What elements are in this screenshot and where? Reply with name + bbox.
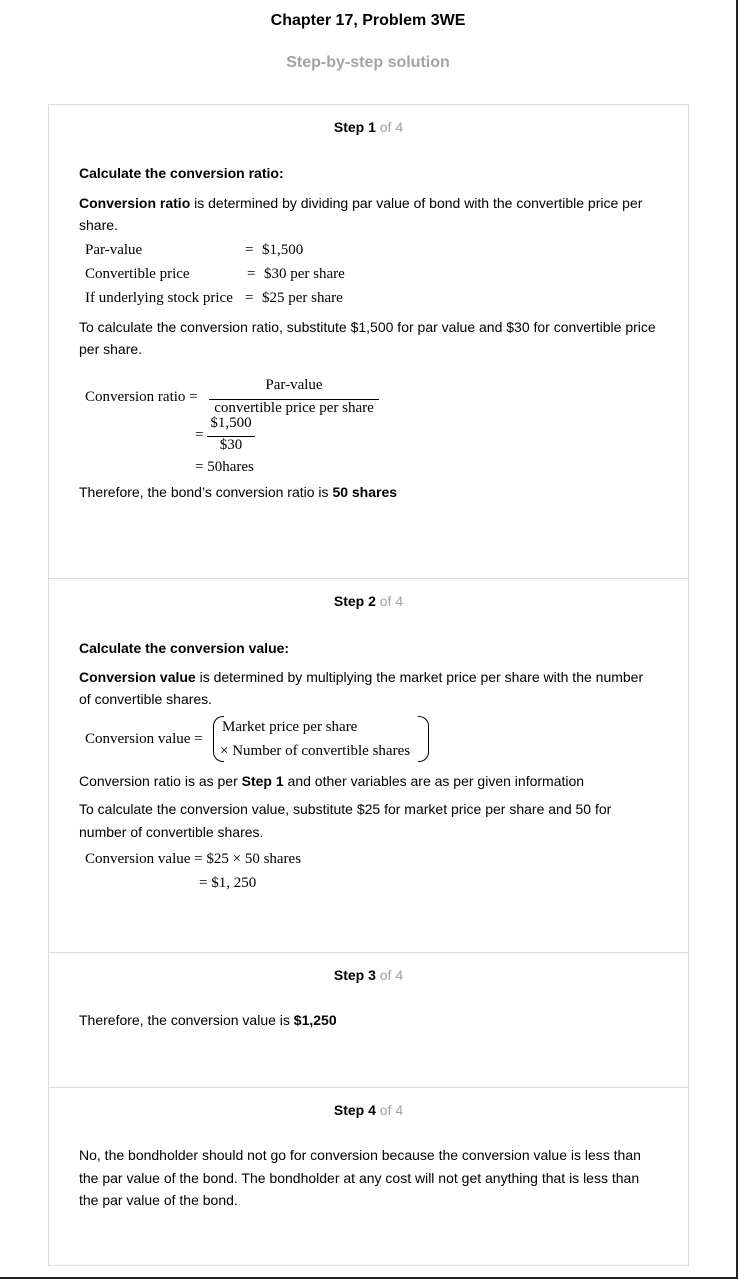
page-subtitle: Step-by-step solution — [286, 54, 450, 71]
conclusion-value: 50 shares — [332, 483, 398, 500]
step-count: of 4 — [379, 593, 404, 609]
fraction-numerator: Par-value — [265, 376, 323, 393]
calc-line-1: Conversion value = $25 × 50 shares — [85, 851, 302, 867]
step-4-header: Step 4 of 4 — [49, 1102, 688, 1118]
step-3: Step 3 of 4 Therefore, the conversion va… — [49, 952, 688, 1087]
step-count: of 4 — [379, 967, 404, 983]
conclusion-text: Therefore, the conversion value is $1,25… — [79, 1009, 658, 1032]
step-label: Step 1 — [333, 119, 376, 135]
definition: Conversion value is determined by multip… — [79, 666, 658, 711]
conclusion-prefix: Therefore, the conversion value is — [79, 1012, 294, 1028]
conclusion-value: $1,250 — [293, 1012, 337, 1028]
step-1: Step 1 of 4 Calculate the conversion rat… — [49, 119, 688, 578]
step-1-header: Step 1 of 4 — [49, 119, 688, 135]
step-label: Step 4 — [333, 1102, 376, 1118]
instruction-text: To calculate the conversion value, subst… — [79, 801, 612, 840]
given-equals: = — [245, 241, 254, 258]
solution-container: Step 1 of 4 Calculate the conversion rat… — [48, 104, 689, 1266]
given-value: $1,500 — [262, 241, 304, 258]
conversion-value-formula: Conversion value = Market price per shar… — [79, 715, 658, 770]
conversion-ratio-formula: Conversion ratio = Par-value convertible… — [79, 367, 658, 479]
given-label: Par-value — [85, 241, 143, 258]
given-equals: = — [245, 289, 254, 306]
calc-line-2: = $1, 250 — [199, 875, 257, 891]
step-heading: Calculate the conversion value: — [79, 640, 290, 656]
step-count: of 4 — [379, 1102, 404, 1118]
right-parenthesis — [418, 715, 429, 762]
given-value: $25 per share — [262, 289, 343, 306]
givens-list: Par-value = $1,500 Convertible price = $… — [79, 239, 658, 313]
conclusion-text: Therefore, the bond’s conversion ratio i… — [79, 481, 658, 504]
formula-lhs: Conversion value = — [85, 730, 203, 747]
definition: Conversion ratio is determined by dividi… — [79, 192, 658, 237]
instruction-text: To calculate the conversion ratio, subst… — [79, 318, 656, 358]
step-2-header: Step 2 of 4 — [49, 593, 688, 609]
formula-result: = 50hares — [195, 458, 254, 475]
note-suffix: and other variables are as per given inf… — [283, 772, 585, 789]
answer-text: No, the bondholder should not go for con… — [79, 1147, 641, 1208]
step-label: Step 2 — [333, 593, 376, 609]
step-count: of 4 — [379, 119, 404, 135]
step-heading: Calculate the conversion ratio: — [79, 165, 284, 181]
definition-term: Conversion ratio — [79, 194, 191, 211]
note-prefix: Conversion ratio is as per — [79, 772, 242, 789]
step-label: Step 3 — [333, 967, 376, 983]
step-3-header: Step 3 of 4 — [49, 967, 688, 983]
step-4: Step 4 of 4 No, the bondholder should no… — [49, 1087, 688, 1265]
formula-equals: = — [195, 426, 204, 443]
fraction-numerator: $1,500 — [210, 414, 252, 431]
definition-term: Conversion value — [79, 668, 196, 685]
given-label: Convertible price — [85, 265, 190, 282]
given-label: If underlying stock price — [85, 289, 233, 306]
given-value: $30 per share — [264, 265, 345, 282]
fraction-denominator: $30 — [219, 436, 243, 453]
conclusion-prefix: Therefore, the bond’s conversion ratio i… — [79, 483, 333, 500]
formula-line-2: × Number of convertible shares — [220, 742, 411, 759]
conversion-value-calc: Conversion value = $25 × 50 shares = $1,… — [79, 848, 658, 898]
formula-lhs: Conversion ratio = — [85, 388, 198, 405]
page-title: Chapter 17, Problem 3WE — [270, 12, 466, 29]
step-2: Step 2 of 4 Calculate the conversion val… — [49, 578, 688, 952]
formula-line-1: Market price per share — [222, 718, 358, 735]
given-equals: = — [247, 265, 256, 282]
note-step-ref: Step 1 — [241, 772, 284, 789]
note-text: Conversion ratio is as per Step 1 and ot… — [79, 770, 658, 793]
